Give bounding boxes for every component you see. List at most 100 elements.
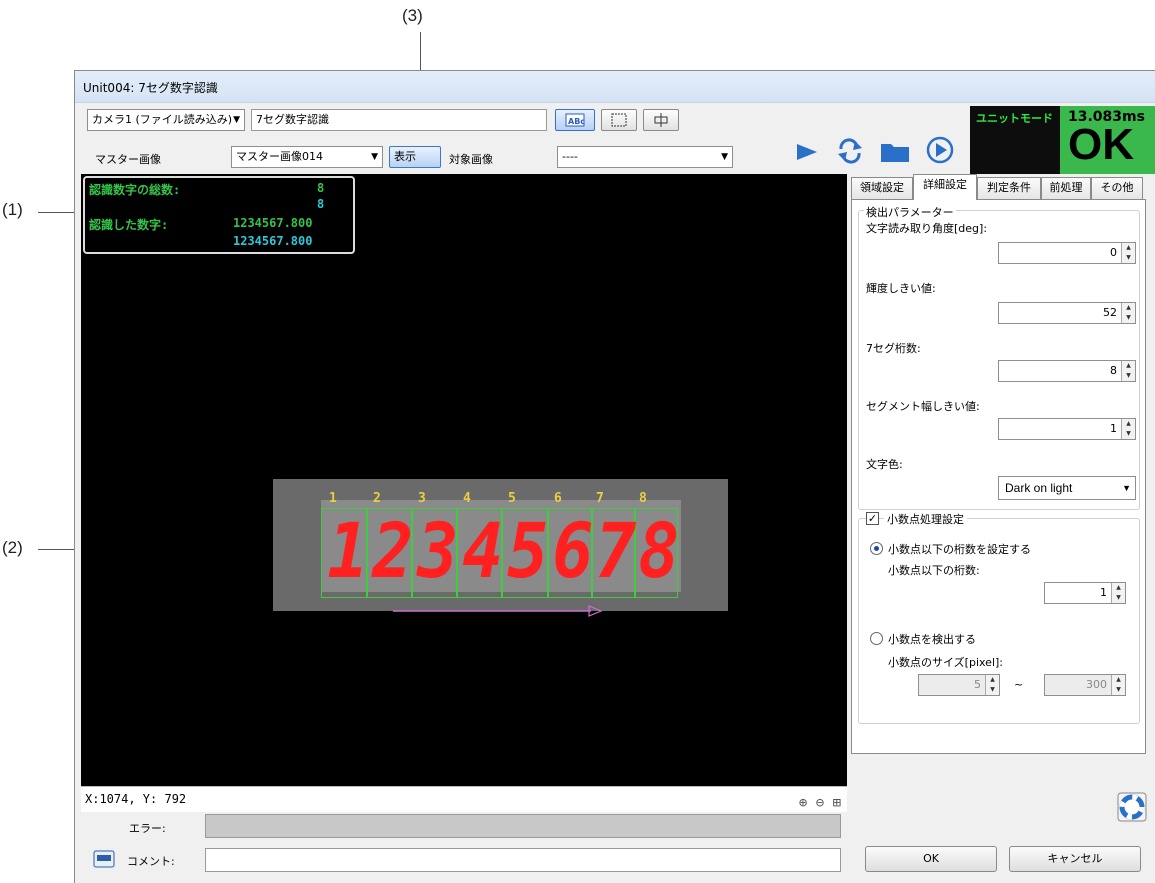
camera-select-value: カメラ1 (ファイル読み込み)	[92, 113, 233, 126]
char-color-select[interactable]: Dark on light ▼	[998, 476, 1136, 500]
digit-index: 6	[554, 491, 562, 506]
spin-arrows-icon[interactable]: ▲ ▼	[1121, 243, 1135, 263]
set-digits-radio[interactable]	[870, 542, 883, 555]
tab-region[interactable]: 領域設定	[851, 177, 913, 199]
callout-1: (1)	[2, 200, 23, 219]
folder-icon[interactable]	[879, 137, 911, 165]
total-count-value-2: 8	[317, 197, 325, 211]
spin-arrows-icon[interactable]: ▲ ▼	[1111, 675, 1125, 695]
angle-label: 文字読み取り角度[deg]:	[866, 222, 988, 235]
chevron-down-icon: ▼	[721, 152, 728, 162]
error-field	[205, 814, 841, 838]
decimal-digits-label: 小数点以下の桁数:	[888, 564, 980, 577]
settings-panel: 領域設定 詳細設定 判定条件 前処理 その他 検出パラメーター 文字読み取り角度…	[849, 174, 1155, 822]
decimal-digits-value: 1	[1100, 586, 1107, 599]
master-image-value: マスター画像014	[236, 150, 323, 163]
digit-index: 5	[508, 491, 516, 506]
decimal-digits-spinner[interactable]: 1 ▲ ▼	[1044, 582, 1126, 604]
region-select-button[interactable]	[601, 109, 637, 131]
digit-index: 7	[596, 491, 604, 506]
zoom-out-icon[interactable]: ⊖	[816, 795, 824, 811]
segment-width-spinner[interactable]: 1 ▲ ▼	[998, 418, 1136, 440]
digit-glyph: 2	[372, 506, 414, 595]
master-image-label: マスター画像	[95, 153, 161, 166]
angle-value: 0	[1110, 246, 1117, 259]
decimal-checkbox[interactable]: ✓	[866, 512, 879, 525]
decimal-size-min: 5	[974, 678, 981, 691]
keyboard-icon[interactable]	[93, 849, 115, 869]
align-button[interactable]	[643, 109, 679, 131]
digit-glyph: 1	[327, 506, 369, 595]
digit-index: 8	[639, 491, 647, 506]
ok-button[interactable]: OK	[865, 846, 997, 872]
decimal-size-label: 小数点のサイズ[pixel]:	[888, 656, 1003, 669]
callout-1-line	[38, 212, 78, 213]
spin-arrows-icon[interactable]: ▲ ▼	[1121, 419, 1135, 439]
cancel-button[interactable]: キャンセル	[1009, 846, 1141, 872]
spin-arrows-icon[interactable]: ▲ ▼	[985, 675, 999, 695]
target-image-label: 対象画像	[449, 153, 493, 166]
threshold-spinner[interactable]: 52 ▲ ▼	[998, 302, 1136, 324]
tab-detail[interactable]: 詳細設定	[913, 174, 977, 200]
play-circle-icon[interactable]	[925, 135, 955, 165]
digit-index: 1	[329, 491, 337, 506]
abc-icon: ABc	[565, 113, 585, 127]
fit-to-window-icon[interactable]: ⊞	[833, 795, 841, 811]
play-icon[interactable]	[793, 139, 821, 165]
digit-count-label: 7セグ桁数:	[866, 342, 921, 355]
target-image-value: ----	[562, 150, 578, 163]
digit-index: 2	[373, 491, 381, 506]
chevron-down-icon: ▼	[371, 152, 378, 162]
callout-3: (3)	[402, 6, 423, 25]
decimal-group-title: 小数点処理設定	[884, 511, 967, 527]
digit-glyph: 5	[507, 506, 549, 595]
detect-decimal-radio[interactable]	[870, 632, 883, 645]
title-bar: Unit004: 7セグ数字認識	[75, 71, 1155, 103]
app-window: Unit004: 7セグ数字認識 カメラ1 (ファイル読み込み) ▼ 7セグ数字…	[74, 70, 1155, 883]
range-tilde: ~	[1014, 678, 1024, 691]
char-color-value: Dark on light	[1005, 481, 1073, 495]
help-lifebuoy-icon[interactable]	[1117, 792, 1147, 822]
total-count-label: 認識数字の総数:	[89, 183, 181, 197]
coordinate-bar: X:1074, Y: 792 ⊕ ⊖ ⊞	[81, 786, 847, 812]
comment-input[interactable]	[205, 848, 841, 872]
read-direction-arrow	[393, 605, 603, 617]
zoom-in-icon[interactable]: ⊕	[799, 795, 807, 811]
chevron-down-icon: ▼	[233, 115, 240, 125]
camera-select[interactable]: カメラ1 (ファイル読み込み) ▼	[87, 109, 245, 131]
decimal-size-max: 300	[1086, 678, 1107, 691]
image-viewer[interactable]: 認識数字の総数: 8 8 認識した数字: 1234567.800 1234567…	[81, 174, 847, 786]
digit-glyph: 6	[552, 506, 594, 595]
detail-tab-body: 検出パラメーター 文字読み取り角度[deg]: 0 ▲ ▼ 輝度しきい値: 52 …	[851, 199, 1146, 754]
window-title: Unit004: 7セグ数字認識	[83, 81, 218, 95]
master-image-select[interactable]: マスター画像014 ▼	[231, 146, 383, 168]
recognized-label: 認識した数字:	[89, 218, 169, 232]
tab-other[interactable]: その他	[1091, 177, 1143, 199]
spin-arrows-icon[interactable]: ▲ ▼	[1121, 361, 1135, 381]
digit-glyph: 3	[417, 506, 459, 595]
tab-preprocess[interactable]: 前処理	[1041, 177, 1091, 199]
show-button[interactable]: 表示	[389, 146, 441, 168]
spin-arrows-icon[interactable]: ▲ ▼	[1121, 303, 1135, 323]
decimal-size-max-spinner[interactable]: 300 ▲ ▼	[1044, 674, 1126, 696]
tab-judgement[interactable]: 判定条件	[977, 177, 1041, 199]
threshold-value: 52	[1103, 306, 1117, 319]
svg-text:ABc: ABc	[568, 117, 585, 126]
cursor-coordinates: X:1074, Y: 792	[85, 792, 187, 806]
digit-count-spinner[interactable]: 8 ▲ ▼	[998, 360, 1136, 382]
text-mode-button[interactable]: ABc	[555, 109, 595, 131]
angle-spinner[interactable]: 0 ▲ ▼	[998, 242, 1136, 264]
char-color-label: 文字色:	[866, 458, 903, 471]
recognized-value: 1234567.800	[233, 216, 313, 230]
comment-label: コメント:	[127, 855, 175, 868]
unit-name-input[interactable]: 7セグ数字認識	[251, 109, 547, 131]
result-panel: 13.083ms OK	[1060, 106, 1155, 174]
spin-arrows-icon[interactable]: ▲ ▼	[1111, 583, 1125, 603]
recognized-value-2: 1234567.800	[233, 234, 313, 248]
repeat-icon[interactable]	[835, 137, 865, 165]
digit-glyph: 8	[638, 506, 680, 595]
decimal-size-min-spinner[interactable]: 5 ▲ ▼	[918, 674, 1000, 696]
detect-decimal-label: 小数点を検出する	[888, 633, 976, 646]
digit-count-value: 8	[1110, 364, 1117, 377]
target-image-select[interactable]: ---- ▼	[557, 146, 733, 168]
